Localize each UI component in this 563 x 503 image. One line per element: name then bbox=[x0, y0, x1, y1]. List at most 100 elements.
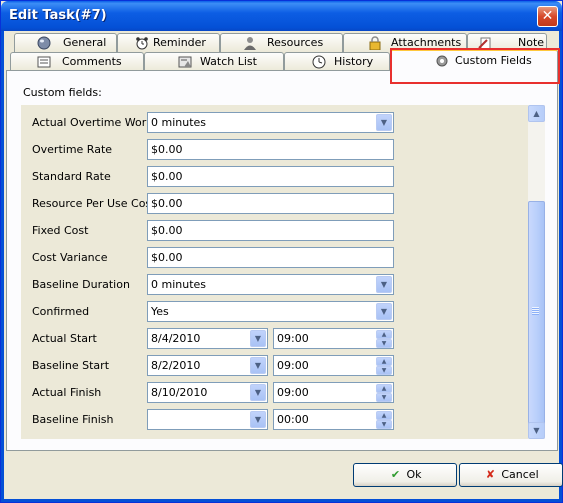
spin-down-button[interactable]: ▼ bbox=[376, 393, 392, 402]
cost-variance-input[interactable]: $0.00 bbox=[147, 247, 394, 268]
tab-custom-fields[interactable]: Custom Fields bbox=[390, 49, 558, 71]
chevron-up-icon: ▲ bbox=[381, 385, 387, 392]
tab-resources-label: Resources bbox=[267, 36, 324, 49]
spin-up-button[interactable]: ▲ bbox=[376, 411, 392, 420]
tab-history-label: History bbox=[334, 55, 374, 68]
field-label: Standard Rate bbox=[32, 170, 111, 183]
scroll-down-button[interactable]: ▼ bbox=[528, 422, 545, 439]
date-dropdown-button[interactable]: ▼ bbox=[250, 411, 266, 428]
field-label: Actual Start bbox=[32, 332, 97, 345]
chevron-up-icon: ▲ bbox=[381, 331, 387, 338]
chevron-up-icon: ▲ bbox=[533, 109, 540, 118]
actual-start-time-spinner[interactable]: 09:00 ▲ ▼ bbox=[273, 328, 394, 349]
vertical-scrollbar[interactable]: ▲ ▼ bbox=[528, 105, 545, 439]
ok-button[interactable]: ✔ Ok bbox=[353, 463, 457, 487]
panel-caption: Custom fields: bbox=[23, 86, 102, 99]
fixed-cost-input[interactable]: $0.00 bbox=[147, 220, 394, 241]
field-value: $0.00 bbox=[151, 224, 183, 237]
spin-up-button[interactable]: ▲ bbox=[376, 330, 392, 339]
title-bar[interactable]: Edit Task(#7) ✕ bbox=[1, 1, 562, 31]
ok-button-label: Ok bbox=[406, 468, 422, 481]
field-label: Actual Finish bbox=[32, 386, 102, 399]
spin-down-button[interactable]: ▼ bbox=[376, 339, 392, 348]
date-dropdown-button[interactable]: ▼ bbox=[250, 330, 266, 347]
tab-resources[interactable]: Resources bbox=[220, 33, 343, 52]
tab-general-label: General bbox=[63, 36, 107, 49]
field-label: Cost Variance bbox=[32, 251, 108, 264]
field-value: $0.00 bbox=[151, 197, 183, 210]
watch-list-icon bbox=[178, 56, 192, 68]
person-icon bbox=[244, 37, 256, 50]
field-label: Baseline Finish bbox=[32, 413, 114, 426]
dropdown-button[interactable]: ▼ bbox=[376, 114, 392, 131]
baseline-finish-date-picker[interactable]: ▼ bbox=[147, 409, 268, 430]
spin-down-button[interactable]: ▼ bbox=[376, 366, 392, 375]
tab-custom-fields-label: Custom Fields bbox=[455, 54, 532, 67]
chevron-down-icon: ▼ bbox=[380, 280, 388, 289]
baseline-start-date-picker[interactable]: 8/2/2010 ▼ bbox=[147, 355, 268, 376]
comments-icon bbox=[37, 56, 51, 68]
confirmed-dropdown[interactable]: Yes ▼ bbox=[147, 301, 394, 322]
field-label: Resource Per Use Cost bbox=[32, 197, 156, 210]
field-value: 0 minutes bbox=[151, 278, 207, 291]
chevron-down-icon: ▼ bbox=[380, 118, 388, 127]
actual-overtime-work-dropdown[interactable]: 0 minutes ▼ bbox=[147, 112, 394, 133]
close-button[interactable]: ✕ bbox=[537, 6, 558, 27]
dropdown-button[interactable]: ▼ bbox=[376, 303, 392, 320]
scroll-grip-icon bbox=[532, 307, 539, 315]
dropdown-button[interactable]: ▼ bbox=[376, 276, 392, 293]
tab-history[interactable]: History bbox=[284, 52, 390, 71]
overtime-rate-input[interactable]: $0.00 bbox=[147, 139, 394, 160]
tab-watch-list[interactable]: Watch List bbox=[144, 52, 284, 71]
date-dropdown-button[interactable]: ▼ bbox=[250, 384, 266, 401]
time-value: 09:00 bbox=[277, 386, 309, 399]
field-label: Actual Overtime Work bbox=[32, 116, 153, 129]
time-value: 09:00 bbox=[277, 332, 309, 345]
field-value: Yes bbox=[151, 305, 169, 318]
edit-task-dialog: Edit Task(#7) ✕ General Reminder Resourc… bbox=[0, 0, 563, 503]
chevron-up-icon: ▲ bbox=[381, 412, 387, 419]
cancel-button[interactable]: ✘ Cancel bbox=[459, 463, 563, 487]
date-value: 8/10/2010 bbox=[151, 386, 208, 399]
lock-icon bbox=[369, 36, 381, 50]
tab-reminder-label: Reminder bbox=[153, 36, 206, 49]
date-dropdown-button[interactable]: ▼ bbox=[250, 357, 266, 374]
checkmark-icon: ✔ bbox=[390, 468, 401, 481]
chevron-up-icon: ▲ bbox=[381, 358, 387, 365]
alarm-clock-icon bbox=[136, 37, 148, 50]
actual-finish-time-spinner[interactable]: 09:00 ▲ ▼ bbox=[273, 382, 394, 403]
time-value: 09:00 bbox=[277, 359, 309, 372]
tab-comments-label: Comments bbox=[62, 55, 122, 68]
chevron-down-icon: ▼ bbox=[254, 334, 262, 343]
chevron-down-icon: ▼ bbox=[254, 415, 262, 424]
chevron-down-icon: ▼ bbox=[254, 361, 262, 370]
baseline-start-time-spinner[interactable]: 09:00 ▲ ▼ bbox=[273, 355, 394, 376]
baseline-duration-dropdown[interactable]: 0 minutes ▼ bbox=[147, 274, 394, 295]
tab-comments[interactable]: Comments bbox=[10, 52, 144, 71]
spin-up-button[interactable]: ▲ bbox=[376, 384, 392, 393]
actual-finish-date-picker[interactable]: 8/10/2010 ▼ bbox=[147, 382, 268, 403]
cancel-button-label: Cancel bbox=[501, 468, 539, 481]
close-icon: ✕ bbox=[541, 8, 554, 24]
tab-reminder[interactable]: Reminder bbox=[117, 33, 220, 52]
note-icon bbox=[478, 37, 491, 50]
standard-rate-input[interactable]: $0.00 bbox=[147, 166, 394, 187]
chevron-down-icon: ▼ bbox=[254, 388, 262, 397]
field-value: $0.00 bbox=[151, 143, 183, 156]
scroll-up-button[interactable]: ▲ bbox=[528, 105, 545, 122]
baseline-finish-time-spinner[interactable]: 00:00 ▲ ▼ bbox=[273, 409, 394, 430]
actual-start-date-picker[interactable]: 8/4/2010 ▼ bbox=[147, 328, 268, 349]
tab-general[interactable]: General bbox=[14, 33, 117, 52]
date-value: 8/2/2010 bbox=[151, 359, 201, 372]
chevron-down-icon: ▼ bbox=[533, 426, 540, 435]
tab-watch-list-label: Watch List bbox=[200, 55, 257, 68]
field-label: Confirmed bbox=[32, 305, 90, 318]
field-value: 0 minutes bbox=[151, 116, 207, 129]
chevron-down-icon: ▼ bbox=[381, 340, 387, 347]
date-value: 8/4/2010 bbox=[151, 332, 201, 345]
cancel-x-icon: ✘ bbox=[485, 468, 495, 481]
spin-up-button[interactable]: ▲ bbox=[376, 357, 392, 366]
time-value: 00:00 bbox=[277, 413, 309, 426]
resource-per-use-cost-input[interactable]: $0.00 bbox=[147, 193, 394, 214]
spin-down-button[interactable]: ▼ bbox=[376, 420, 392, 429]
